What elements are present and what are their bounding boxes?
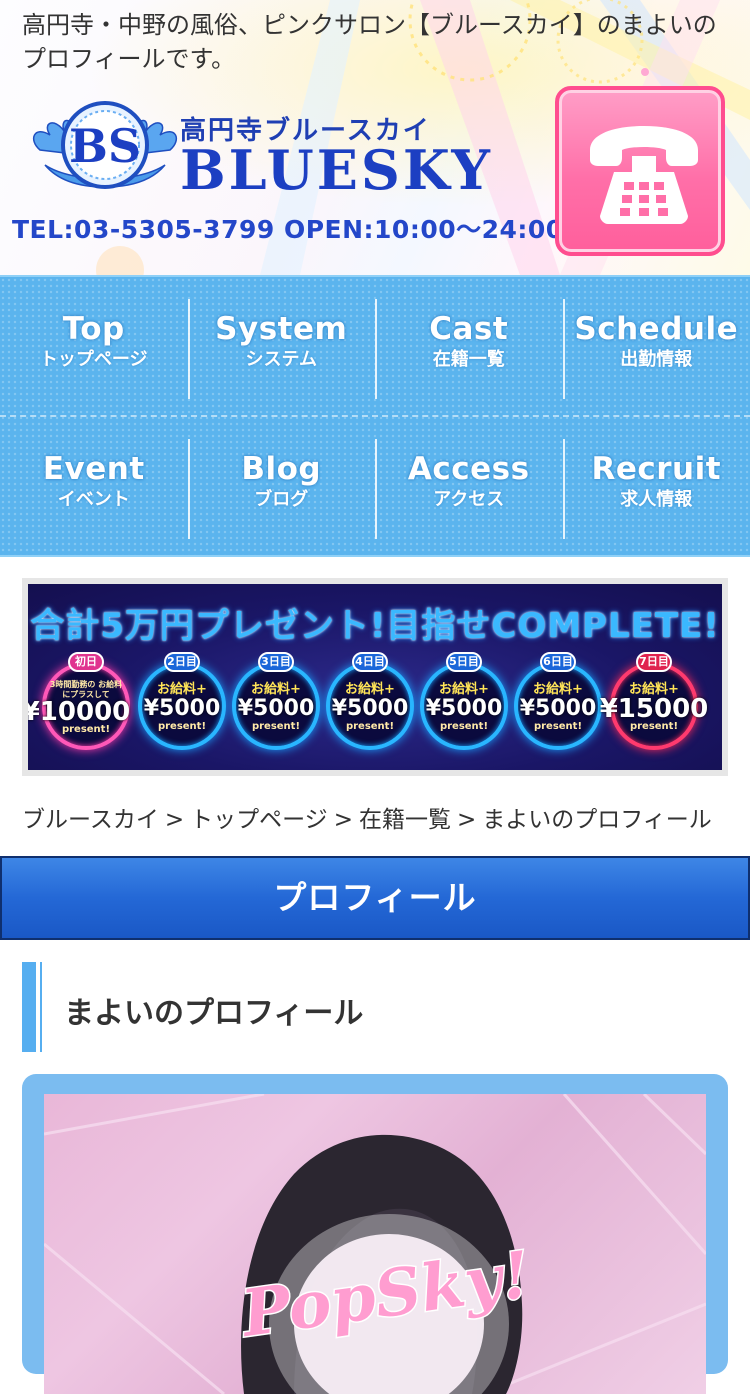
- promo-day-list: 初日 3時間勤務の お給料にプラスして ¥10000 present! 2日目 …: [42, 650, 710, 760]
- nav-item-system[interactable]: System システム: [188, 277, 376, 415]
- day-amount: ¥15000: [596, 697, 712, 721]
- day-tag: 2日目: [164, 652, 200, 672]
- contact-info: TEL:03-5305-3799 OPEN:10:00〜24:00: [12, 210, 564, 246]
- nav-label-jp: トップページ: [0, 347, 188, 373]
- nav-item-blog[interactable]: Blog ブログ: [188, 417, 376, 557]
- nav-item-schedule[interactable]: Schedule 出勤情報: [563, 277, 750, 415]
- nav-item-event[interactable]: Event イベント: [0, 417, 188, 557]
- breadcrumb: ブルースカイ>トップページ>在籍一覧>まよいのプロフィール: [22, 800, 712, 834]
- nav-label-en: Top: [0, 277, 188, 347]
- day-present: present!: [424, 721, 504, 733]
- profile-photo[interactable]: PopSky!: [44, 1094, 706, 1394]
- nav-label-en: Access: [375, 417, 563, 487]
- day-tag: 3日目: [258, 652, 294, 672]
- promo-day-1: 初日 3時間勤務の お給料にプラスして ¥10000 present!: [42, 662, 130, 750]
- day-subtext: お給料+: [518, 682, 598, 697]
- main-navigation: Top トップページ System システム Cast 在籍一覧 Schedul…: [0, 275, 750, 557]
- nav-label-jp: 求人情報: [563, 487, 750, 513]
- logo-emblem-letters: BS: [69, 119, 141, 173]
- profile-photo-card: PopSky!: [22, 1074, 728, 1374]
- logo-wordmark[interactable]: BLUESKY: [180, 138, 493, 202]
- day-amount: ¥5000: [510, 697, 606, 721]
- section-title-bar: プロフィール: [0, 856, 750, 940]
- promo-day-3: 3日目 お給料+ ¥5000 present!: [232, 662, 320, 750]
- breadcrumb-link-top[interactable]: トップページ: [190, 807, 328, 833]
- nav-label-jp: 在籍一覧: [375, 347, 563, 373]
- breadcrumb-current: まよいのプロフィール: [482, 807, 712, 833]
- day-subtext: お給料+: [424, 682, 504, 697]
- nav-label-en: Blog: [188, 417, 376, 487]
- day-subtext: お給料+: [142, 682, 222, 697]
- nav-label-jp: ブログ: [188, 487, 376, 513]
- day-subtext: お給料+: [236, 682, 316, 697]
- intro-text: 高円寺・中野の風俗、ピンクサロン【ブルースカイ】のまよいのプロフィールです。: [22, 8, 722, 76]
- nav-label-en: Schedule: [563, 277, 750, 347]
- nav-item-access[interactable]: Access アクセス: [375, 417, 563, 557]
- breadcrumb-link-home[interactable]: ブルースカイ: [22, 807, 159, 833]
- nav-item-cast[interactable]: Cast 在籍一覧: [375, 277, 563, 415]
- site-header: 高円寺・中野の風俗、ピンクサロン【ブルースカイ】のまよいのプロフィールです。 B…: [0, 0, 750, 275]
- promo-banner[interactable]: 合計5万円プレゼント!目指せCOMPLETE! 初日 3時間勤務の お給料にプラ…: [22, 578, 728, 776]
- promo-banner-image: 合計5万円プレゼント!目指せCOMPLETE! 初日 3時間勤務の お給料にプラ…: [28, 584, 722, 770]
- day-present: present!: [142, 721, 222, 733]
- profile-heading: まよいのプロフィール: [22, 962, 728, 1052]
- day-tag: 6日目: [540, 652, 576, 672]
- nav-item-recruit[interactable]: Recruit 求人情報: [563, 417, 750, 557]
- day-amount: ¥5000: [416, 697, 512, 721]
- breadcrumb-link-cast[interactable]: 在籍一覧: [359, 807, 451, 833]
- breadcrumb-separator: >: [457, 807, 476, 833]
- day-tag: 5日目: [446, 652, 482, 672]
- logo-emblem[interactable]: BS: [30, 95, 180, 197]
- promo-day-6: 6日目 お給料+ ¥5000 present!: [514, 662, 602, 750]
- nav-row-1: Top トップページ System システム Cast 在籍一覧 Schedul…: [0, 277, 750, 417]
- breadcrumb-separator: >: [334, 807, 353, 833]
- day-subtext: お給料+: [330, 682, 410, 697]
- profile-photo-image: PopSky!: [44, 1094, 706, 1394]
- nav-label-en: Recruit: [563, 417, 750, 487]
- day-present: present!: [236, 721, 316, 733]
- nav-item-top[interactable]: Top トップページ: [0, 277, 188, 415]
- nav-label-jp: イベント: [0, 487, 188, 513]
- nav-label-en: Cast: [375, 277, 563, 347]
- day-present: present!: [518, 721, 598, 733]
- day-amount: ¥10000: [28, 700, 136, 724]
- nav-row-2: Event イベント Blog ブログ Access アクセス Recruit …: [0, 417, 750, 557]
- breadcrumb-separator: >: [165, 807, 184, 833]
- day-present: present!: [330, 721, 410, 733]
- promo-title: 合計5万円プレゼント!目指せCOMPLETE!: [28, 598, 722, 647]
- promo-day-5: 5日目 お給料+ ¥5000 present!: [420, 662, 508, 750]
- nav-label-jp: システム: [188, 347, 376, 373]
- nav-label-en: System: [188, 277, 376, 347]
- nav-label-jp: 出勤情報: [563, 347, 750, 373]
- promo-day-2: 2日目 お給料+ ¥5000 present!: [138, 662, 226, 750]
- day-tag: 7日目: [636, 652, 672, 672]
- day-amount: ¥5000: [228, 697, 324, 721]
- day-tag: 4日目: [352, 652, 388, 672]
- nav-label-jp: アクセス: [375, 487, 563, 513]
- day-amount: ¥5000: [322, 697, 418, 721]
- section-title: プロフィール: [273, 878, 476, 917]
- promo-day-7: 7日目 お給料+ ¥15000 present!: [610, 662, 698, 750]
- day-tag: 初日: [68, 652, 104, 672]
- telephone-icon: [584, 120, 704, 230]
- profile-heading-text: まよいのプロフィール: [64, 988, 363, 1032]
- call-button[interactable]: [555, 86, 725, 256]
- nav-label-en: Event: [0, 417, 188, 487]
- day-amount: ¥5000: [134, 697, 230, 721]
- promo-day-4: 4日目 お給料+ ¥5000 present!: [326, 662, 414, 750]
